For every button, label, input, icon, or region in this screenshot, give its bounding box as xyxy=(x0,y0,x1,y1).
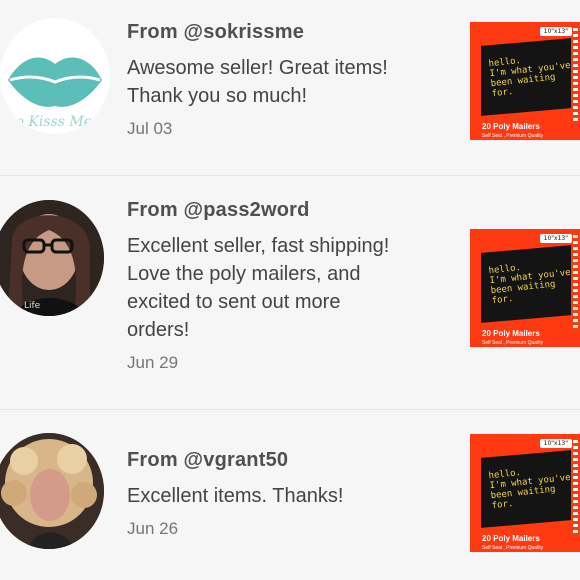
lips-logo-icon: So Kisss Me xyxy=(6,57,102,130)
review-author[interactable]: From @pass2word xyxy=(127,196,447,224)
product-size-label: 10"x13" xyxy=(539,439,572,448)
review-content: From @pass2word Excellent seller, fast s… xyxy=(127,196,447,374)
review-date: Jun 29 xyxy=(127,353,179,372)
product-title: 20 Poly Mailers xyxy=(482,122,540,131)
product-thumbnail[interactable]: 10"x13" hello. I'm what you've been wait… xyxy=(470,434,580,552)
review-content: From @vgrant50 Excellent items. Thanks! … xyxy=(127,446,447,540)
shirt-text: Life xyxy=(24,301,41,311)
avatar[interactable]: So Kisss Me xyxy=(0,18,110,134)
review-author[interactable]: From @vgrant50 xyxy=(127,446,447,474)
product-size-label: 10"x13" xyxy=(539,234,572,243)
user-photo-icon: Life xyxy=(0,200,104,316)
decorative-strip xyxy=(573,28,578,124)
product-subtitle: Self Seal , Premium Quality xyxy=(482,133,544,139)
review-list: So Kisss Me From @sokrissme Awesome sell… xyxy=(0,0,580,580)
product-title: 20 Poly Mailers xyxy=(482,329,540,338)
decorative-strip xyxy=(573,440,578,536)
review-date: Jun 26 xyxy=(127,519,179,538)
avatar[interactable]: Life xyxy=(0,200,104,316)
review-body: Awesome seller! Great items! Thank you s… xyxy=(127,57,388,107)
product-slogan: hello. I'm what you've been waiting for. xyxy=(488,467,572,512)
product-title: 20 Poly Mailers xyxy=(482,534,540,543)
product-subtitle: Self Seal , Premium Quality xyxy=(482,545,544,551)
review-item: From @vgrant50 Excellent items. Thanks! … xyxy=(0,410,580,580)
avatar-brand-text: So Kisss Me xyxy=(6,114,92,130)
user-photo-icon xyxy=(0,433,104,549)
review-author[interactable]: From @sokrissme xyxy=(127,18,447,46)
review-body: Excellent items. Thanks! xyxy=(127,485,344,507)
review-item: So Kisss Me From @sokrissme Awesome sell… xyxy=(0,0,580,176)
avatar[interactable] xyxy=(0,433,104,549)
product-thumbnail[interactable]: 10"x13" hello. I'm what you've been wait… xyxy=(470,22,580,140)
review-body: Excellent seller, fast shipping! Love th… xyxy=(127,235,390,341)
product-slogan: hello. I'm what you've been waiting for. xyxy=(488,55,572,100)
product-thumbnail[interactable]: 10"x13" hello. I'm what you've been wait… xyxy=(470,229,580,347)
decorative-strip xyxy=(573,235,578,331)
review-item: Life From @pass2word Excellent seller, f… xyxy=(0,176,580,410)
product-slogan: hello. I'm what you've been waiting for. xyxy=(488,262,572,307)
product-size-label: 10"x13" xyxy=(539,27,572,36)
review-content: From @sokrissme Awesome seller! Great it… xyxy=(127,18,447,140)
product-subtitle: Self Seal , Premium Quality xyxy=(482,340,544,346)
review-date: Jul 03 xyxy=(127,119,173,138)
